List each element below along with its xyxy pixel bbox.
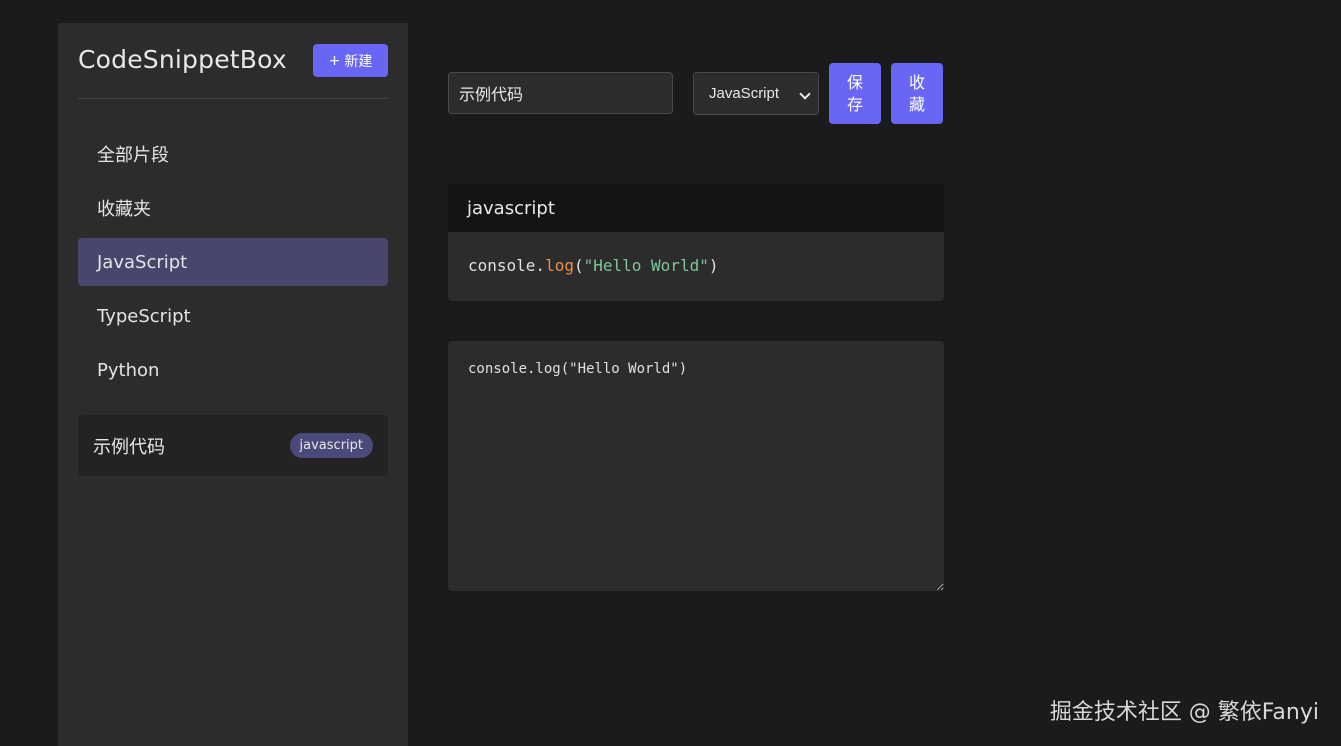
nav-item-label: Python — [97, 359, 160, 381]
nav-item-typescript[interactable]: TypeScript — [78, 292, 388, 340]
code-token-object: console. — [468, 256, 546, 275]
favorite-button[interactable]: 收 藏 — [891, 63, 943, 124]
new-snippet-button[interactable]: + 新建 — [313, 44, 388, 77]
favorite-label-line1: 收 — [908, 72, 925, 92]
category-nav: 全部片段 收藏夹 JavaScript TypeScript Python — [78, 130, 388, 400]
code-token-paren: ( — [573, 256, 584, 275]
save-button[interactable]: 保 存 — [829, 63, 881, 124]
plus-icon: + — [328, 52, 341, 69]
preview-language-label: javascript — [448, 184, 944, 232]
snippet-title: 示例代码 — [93, 436, 165, 458]
snippet-list: 示例代码 javascript — [78, 415, 388, 476]
app-root: CodeSnippetBox + 新建 全部片段 收藏夹 JavaScript … — [0, 0, 1341, 746]
nav-item-label: 收藏夹 — [97, 199, 151, 220]
code-token-paren: ) — [708, 256, 719, 275]
watermark: 掘金技术社区 @ 繁依Fanyi — [1049, 700, 1319, 725]
nav-item-label: 全部片段 — [97, 145, 169, 166]
snippet-item[interactable]: 示例代码 javascript — [78, 415, 388, 476]
chevron-down-icon — [799, 88, 811, 100]
language-tag-badge: javascript — [289, 433, 373, 458]
nav-item-javascript[interactable]: JavaScript — [78, 238, 388, 286]
new-button-label: 新建 — [344, 53, 373, 70]
app-title: CodeSnippetBox — [78, 45, 287, 74]
favorite-label-line2: 藏 — [908, 94, 925, 114]
sidebar-header: CodeSnippetBox + 新建 — [78, 43, 388, 99]
nav-item-favorites[interactable]: 收藏夹 — [78, 184, 388, 232]
code-preview-card: javascript console.log("Hello World") — [448, 184, 944, 301]
nav-item-python[interactable]: Python — [78, 346, 388, 394]
snippet-title-input[interactable] — [448, 72, 673, 114]
sidebar: CodeSnippetBox + 新建 全部片段 收藏夹 JavaScript … — [58, 23, 408, 746]
code-token-string: "Hello World" — [583, 256, 709, 275]
nav-item-all-snippets[interactable]: 全部片段 — [78, 130, 388, 178]
preview-code: console.log("Hello World") — [448, 232, 944, 299]
code-token-function: log — [545, 256, 574, 275]
save-label-line1: 保 — [846, 72, 863, 92]
nav-item-label: JavaScript — [97, 251, 188, 273]
language-select-value: JavaScript — [709, 85, 780, 102]
save-label-line2: 存 — [846, 94, 863, 114]
language-select[interactable]: JavaScript — [693, 72, 819, 115]
nav-item-label: TypeScript — [97, 305, 191, 327]
code-editor[interactable]: console.log("Hello World") — [448, 341, 944, 591]
